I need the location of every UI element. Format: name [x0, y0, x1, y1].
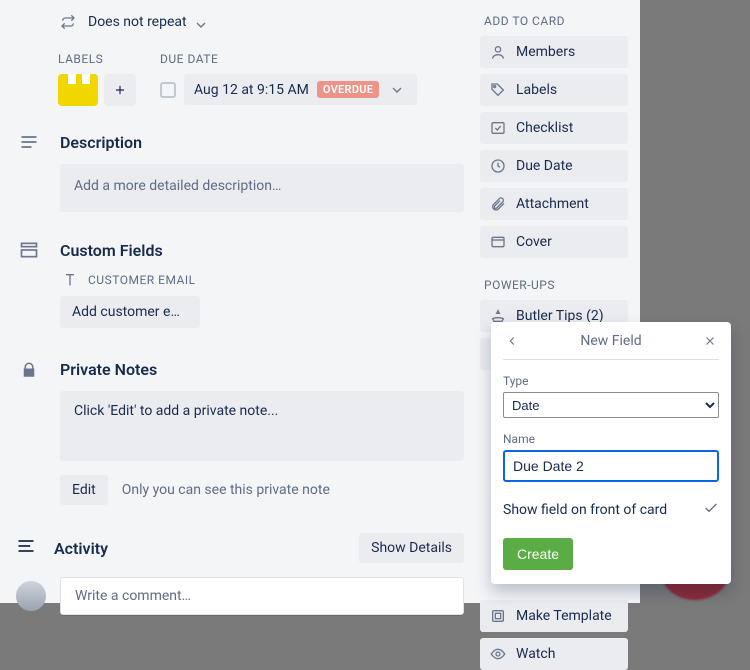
due-date-button[interactable]: Aug 12 at 9:15 AM OVERDUE	[184, 74, 417, 105]
sidebar-item-label: Checklist	[516, 120, 573, 136]
tag-icon	[490, 82, 506, 98]
text-field-icon	[60, 272, 80, 288]
paperclip-icon	[490, 196, 506, 212]
private-note-hint: Only you can see this private note	[122, 482, 330, 498]
sidebar-item-labels[interactable]: Labels	[480, 74, 628, 106]
sidebar-item-label: Cover	[516, 234, 552, 250]
sidebar-item-watch[interactable]: Watch	[480, 638, 628, 670]
repeat-icon	[58, 14, 78, 30]
due-date-checkbox[interactable]	[160, 82, 176, 98]
add-label-button[interactable]	[104, 74, 136, 106]
field-type-select[interactable]: Date	[503, 392, 719, 418]
lock-icon	[16, 361, 42, 379]
description-icon	[16, 132, 42, 152]
sidebar-item-label: Make Template	[516, 608, 612, 624]
sidebar-item-checklist[interactable]: Checklist	[480, 112, 628, 144]
description-placeholder[interactable]: Add a more detailed description…	[60, 164, 464, 212]
sidebar-item-label: Labels	[516, 82, 557, 98]
due-date-block: DUE DATE Aug 12 at 9:15 AM OVERDUE	[160, 52, 417, 105]
repeat-row[interactable]: Does not repeat	[58, 14, 464, 30]
custom-fields-section: Custom Fields CUSTOMER EMAIL Add custome…	[16, 240, 464, 332]
due-date-header: DUE DATE	[160, 52, 417, 66]
comment-input[interactable]: Write a comment…	[60, 577, 464, 615]
cover-icon	[490, 234, 506, 250]
clock-icon	[490, 158, 506, 174]
popover-back-button[interactable]	[499, 322, 525, 360]
private-notes-section: Private Notes Click 'Edit' to add a priv…	[16, 360, 464, 505]
eye-icon	[490, 646, 506, 662]
template-icon	[490, 608, 506, 624]
private-note-panel[interactable]: Click 'Edit' to add a private note...	[60, 391, 464, 461]
field-type-label: Type	[503, 374, 719, 388]
sidebar-item-due-date[interactable]: Due Date	[480, 150, 628, 182]
custom-fields-title: Custom Fields	[60, 241, 163, 260]
sidebar-item-cover[interactable]: Cover	[480, 226, 628, 258]
sidebar-item-label: Due Date	[516, 158, 573, 174]
custom-field-name: CUSTOMER EMAIL	[60, 272, 464, 288]
person-icon	[490, 44, 506, 60]
show-on-front-label: Show field on front of card	[503, 502, 667, 518]
activity-title: Activity	[54, 539, 108, 558]
sidebar-item-label: Watch	[516, 646, 555, 662]
field-name-input[interactable]	[503, 450, 719, 482]
sidebar-item-members[interactable]: Members	[480, 36, 628, 68]
popover-title: New Field	[580, 333, 641, 349]
sidebar-item-make-template[interactable]: Make Template	[480, 600, 628, 632]
sidebar-item-attachment[interactable]: Attachment	[480, 188, 628, 220]
edit-private-note-button[interactable]: Edit	[60, 475, 108, 505]
card-main-column: Does not repeat LABELS DUE DATE	[0, 0, 480, 603]
labels-block: LABELS	[58, 52, 136, 106]
field-name-label: Name	[503, 432, 719, 446]
new-field-popover: New Field Type Date Name Show field on f…	[491, 322, 731, 584]
checklist-icon	[490, 120, 506, 136]
custom-field-value-button[interactable]: Add customer em…	[60, 296, 200, 328]
label-chip-yellow[interactable]	[58, 74, 98, 106]
description-title: Description	[60, 133, 142, 152]
description-section: Description Add a more detailed descript…	[16, 132, 464, 212]
chevron-down-icon	[193, 17, 203, 27]
labels-header: LABELS	[58, 52, 136, 66]
powerups-header: POWER-UPS	[484, 278, 628, 292]
comment-placeholder-text: Write a comment…	[75, 588, 191, 604]
due-date-text: Aug 12 at 9:15 AM	[194, 82, 309, 98]
labels-due-row: LABELS DUE DATE Aug 12 at 9:15 AM OVERDU…	[58, 52, 464, 106]
private-notes-title: Private Notes	[60, 360, 157, 379]
chevron-down-icon	[387, 82, 407, 98]
check-icon	[703, 500, 719, 520]
popover-close-button[interactable]	[697, 322, 723, 360]
create-field-button[interactable]: Create	[503, 538, 573, 570]
sidebar-item-label: Members	[516, 44, 575, 60]
repeat-label: Does not repeat	[88, 14, 203, 30]
add-to-card-header: ADD TO CARD	[484, 14, 628, 28]
avatar[interactable]	[16, 581, 46, 611]
custom-fields-icon	[16, 240, 42, 260]
show-details-button[interactable]: Show Details	[359, 533, 464, 563]
overdue-badge: OVERDUE	[317, 81, 380, 98]
show-on-front-toggle[interactable]: Show field on front of card	[503, 500, 719, 520]
activity-icon	[16, 536, 36, 560]
sidebar-item-label: Attachment	[516, 196, 589, 212]
